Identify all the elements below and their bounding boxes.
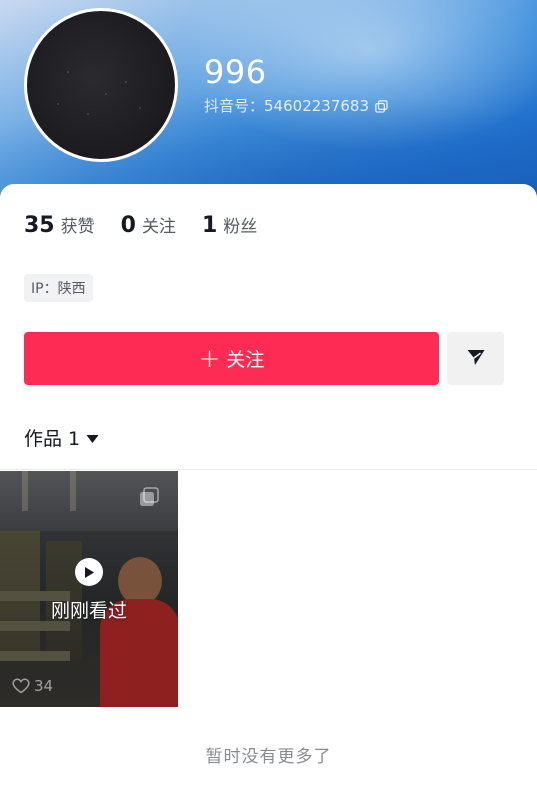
stat-likes-label: 获赞 xyxy=(60,217,95,237)
send-icon xyxy=(466,347,486,371)
tab-works[interactable]: 作品 1 xyxy=(24,426,99,452)
avatar[interactable] xyxy=(24,8,178,162)
tab-divider xyxy=(0,469,537,470)
copy-icon[interactable] xyxy=(375,99,388,113)
stat-likes-value: 35 xyxy=(24,213,55,238)
follow-button[interactable]: + 关注 xyxy=(24,332,439,385)
no-more-content-text: 暂时没有更多了 xyxy=(205,747,332,767)
douyin-id-label: 抖音号： xyxy=(204,97,265,115)
share-button[interactable] xyxy=(447,332,504,385)
caret-down-icon xyxy=(86,434,99,444)
tab-works-label: 作品 1 xyxy=(24,428,81,450)
stat-followers[interactable]: 1 粉丝 xyxy=(202,212,257,238)
follow-button-label: 关注 xyxy=(226,349,265,371)
stat-likes[interactable]: 35 获赞 xyxy=(24,212,95,238)
nickname: 996 xyxy=(204,53,267,91)
video-like-count: 34 xyxy=(34,677,54,695)
multi-image-icon xyxy=(138,486,160,512)
stat-following-value: 0 xyxy=(120,213,136,238)
stats-row: 35 获赞 0 关注 1 粉丝 xyxy=(24,212,283,238)
plus-icon: + xyxy=(198,343,221,374)
stat-following[interactable]: 0 关注 xyxy=(121,212,176,238)
just-watched-label: 刚刚看过 xyxy=(50,600,127,622)
stat-following-label: 关注 xyxy=(141,217,176,237)
douyin-id-value: 54602237683 xyxy=(264,97,369,115)
stat-followers-value: 1 xyxy=(201,213,218,238)
video-like-count-row: 34 xyxy=(12,677,53,695)
douyin-id-row[interactable]: 抖音号： 54602237683 xyxy=(204,96,388,116)
heart-icon xyxy=(12,678,30,694)
stat-followers-label: 粉丝 xyxy=(223,217,258,237)
ip-location-tag: IP：陕西 xyxy=(24,274,93,302)
play-icon[interactable] xyxy=(75,558,103,586)
